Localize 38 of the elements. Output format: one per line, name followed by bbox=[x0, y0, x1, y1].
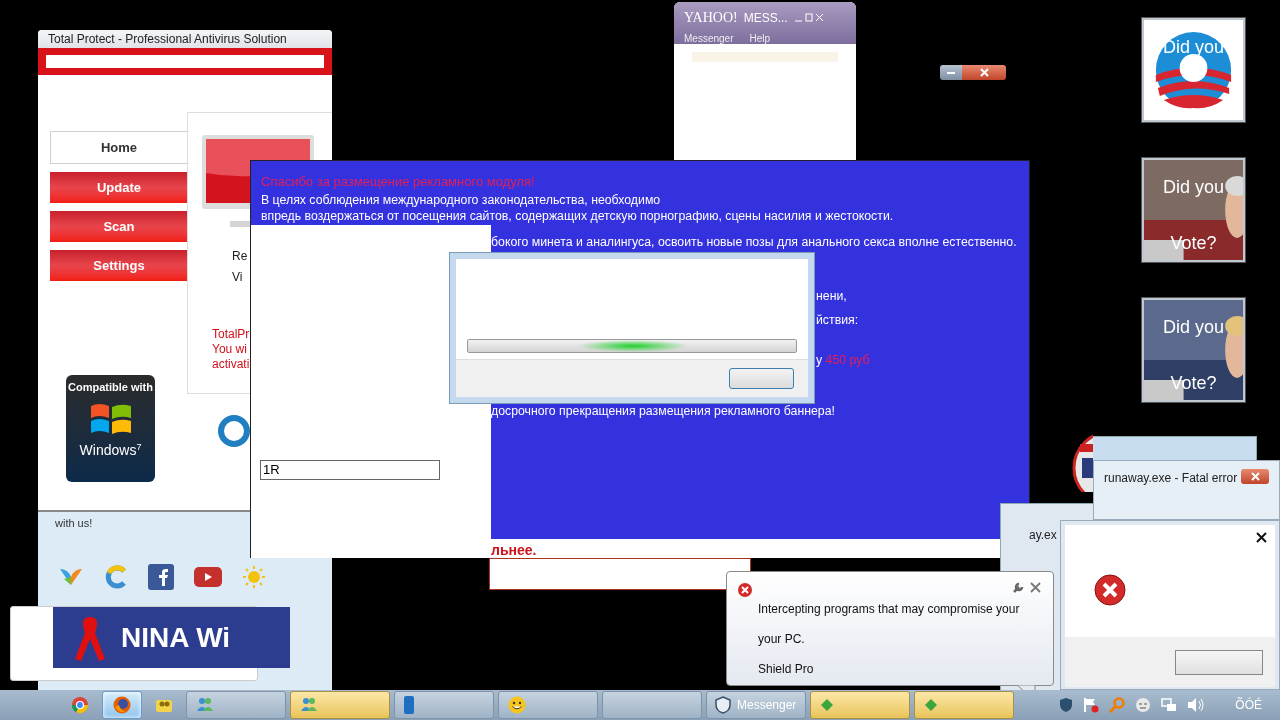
messenger-title: MESS... bbox=[743, 9, 788, 27]
footer-text: with us! bbox=[55, 516, 93, 531]
nav-button[interactable]: Home bbox=[50, 131, 188, 164]
badge-caption: Compatible with bbox=[68, 380, 153, 395]
clock: ÕÓÉ bbox=[1235, 696, 1262, 714]
messenger-brand: YAHOO! bbox=[684, 9, 738, 27]
window-title: Total Protect - Professional Antivirus Solution bbox=[48, 31, 287, 48]
vote-caption: Did you bbox=[1163, 318, 1224, 336]
message-line: бокого минета и аналингуса, освоить новые позы для анального секса вполне естественно. bbox=[491, 234, 1017, 250]
window-title: runaway.exe - Fatal error bbox=[1104, 470, 1238, 487]
balloon-text: your PC. bbox=[758, 632, 806, 647]
menu-item[interactable]: Help bbox=[749, 31, 771, 46]
vote-caption: Did you bbox=[1163, 178, 1224, 196]
nav-button[interactable]: Update bbox=[50, 172, 188, 203]
message-line: нени, bbox=[816, 289, 847, 303]
message-line: у 450 руб bbox=[816, 353, 870, 367]
footer-fragment: льнее. bbox=[491, 541, 537, 560]
nav-button[interactable]: Scan bbox=[50, 211, 188, 242]
status-text: Re bbox=[232, 249, 248, 264]
ransom-heading: Спасибо за размещение рекламного модуля! bbox=[261, 173, 535, 191]
message-line: досрочного прекращения размещения рекламного баннера! bbox=[491, 403, 835, 419]
status-text: Vi bbox=[232, 270, 244, 285]
nav-button[interactable]: Settings bbox=[50, 250, 188, 281]
message-line: В целях соблюдения международного законодательства, необходимо bbox=[261, 192, 662, 208]
menu-item[interactable]: Messenger bbox=[684, 31, 734, 46]
code-field[interactable]: 1R bbox=[260, 460, 440, 480]
message-line: йствия: bbox=[816, 313, 859, 327]
warning-text: You wi bbox=[212, 342, 248, 357]
badge-product: Windows$^{7}$ bbox=[79, 440, 142, 460]
balloon-text: Shield Pro bbox=[758, 662, 815, 677]
vote-caption: Vote? bbox=[1170, 234, 1217, 252]
warning-text: TotalPr bbox=[212, 327, 250, 342]
vote-caption: Vote? bbox=[1170, 374, 1217, 392]
balloon-text: Intercepting programs that may compromise your bbox=[758, 602, 1021, 617]
window-title: ay.ex bbox=[1029, 527, 1057, 544]
message-line: впредь воздержаться от посещения сайтов, содержащих детскую порнографию, сцены насилия и жестокости. bbox=[261, 208, 894, 224]
banner-text: NINA Wi bbox=[121, 620, 231, 655]
warning-text: activati bbox=[212, 357, 250, 372]
